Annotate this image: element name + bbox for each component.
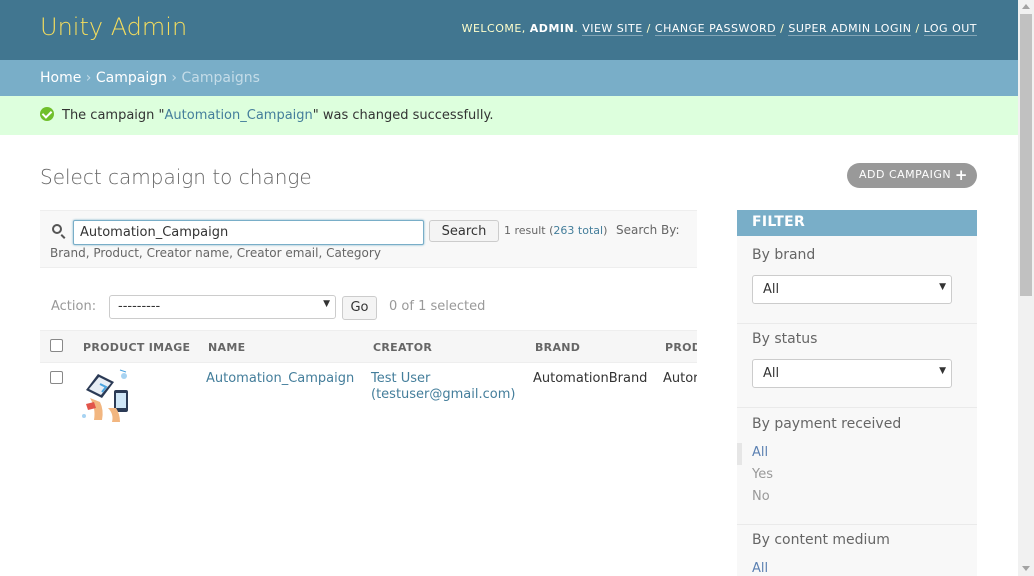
filter-status-heading: By status (752, 331, 818, 347)
message-prefix: The campaign " (62, 108, 165, 123)
vertical-scrollbar[interactable] (1018, 0, 1034, 576)
change-password-link[interactable]: Change password (654, 22, 777, 36)
breadcrumb-current: Campaigns (181, 70, 260, 86)
payment-filter-yes[interactable]: Yes (752, 467, 773, 482)
result-table: Product image Name Creator Brand Prod Au… (40, 330, 697, 430)
table-header: Product image Name Creator Brand Prod (40, 330, 697, 363)
product-cell: Autor (663, 371, 697, 386)
column-brand[interactable]: Brand (535, 341, 580, 354)
filter-brand-heading: By brand (752, 247, 816, 263)
check-circle-icon (40, 107, 54, 121)
campaign-name-link[interactable]: Automation_Campaign (206, 371, 354, 386)
plus-icon: + (954, 166, 968, 184)
filter-medium-heading: By content medium (752, 532, 890, 548)
medium-filter-all[interactable]: All (752, 561, 768, 576)
selected-indicator (737, 443, 742, 465)
message-campaign-link[interactable]: Automation_Campaign (165, 108, 313, 123)
selection-counter: 0 of 1 selected (389, 299, 486, 314)
column-product-image[interactable]: Product image (83, 341, 190, 354)
brand-filter-select[interactable]: All ▼ (752, 275, 952, 304)
status-filter-value: All (763, 366, 780, 381)
product-thumbnail (80, 368, 132, 422)
go-button[interactable]: Go (342, 296, 377, 320)
triangle-down-icon: ▼ (939, 282, 946, 292)
filter-divider (737, 524, 977, 525)
result-prefix: 1 result ( (504, 224, 554, 237)
message-suffix: " was changed successfully. (312, 108, 494, 123)
page-title: Select campaign to change (40, 165, 312, 189)
header: Unity Admin Welcome, admin. View site / … (0, 0, 1018, 60)
scroll-down-icon[interactable] (1022, 566, 1030, 571)
column-product[interactable]: Prod (665, 341, 697, 354)
search-by-label: Search By: (616, 223, 680, 237)
column-name[interactable]: Name (208, 341, 245, 354)
breadcrumb: Home › Campaign › Campaigns (0, 60, 1018, 96)
select-all-checkbox[interactable] (50, 339, 63, 352)
triangle-down-icon: ▼ (939, 366, 946, 376)
breadcrumb-home[interactable]: Home (40, 70, 81, 86)
brand-filter-value: All (763, 282, 780, 297)
scroll-thumb[interactable] (1020, 14, 1032, 296)
filter-divider (737, 323, 977, 324)
total-link[interactable]: 263 total (553, 224, 603, 237)
breadcrumb-separator: › (171, 70, 178, 86)
username: admin (529, 22, 575, 35)
payment-filter-no[interactable]: No (752, 489, 770, 504)
view-site-link[interactable]: View site (582, 22, 643, 36)
triangle-down-icon: ▼ (323, 299, 330, 309)
filter-title: Filter (737, 210, 977, 236)
action-label: Action: (51, 299, 97, 314)
payment-filter-all[interactable]: All (752, 445, 768, 460)
creator-name-link[interactable]: Test User (371, 371, 430, 386)
site-branding[interactable]: Unity Admin (40, 13, 187, 41)
logout-link[interactable]: Log out (923, 22, 977, 36)
search-fields: Brand, Product, Creator name, Creator em… (50, 246, 381, 260)
search-input[interactable] (73, 220, 424, 245)
search-icon (52, 224, 62, 234)
creator-email-link[interactable]: (testuser@gmail.com) (371, 387, 515, 402)
result-suffix: ) (603, 224, 608, 237)
action-select-value: --------- (118, 299, 161, 314)
status-filter-select[interactable]: All ▼ (752, 359, 952, 388)
breadcrumb-separator: › (85, 70, 92, 86)
filter-sidebar: Filter By brand All ▼ By status All ▼ By… (737, 210, 977, 576)
add-campaign-label: Add campaign (859, 168, 952, 181)
search-toolbar: Search 1 result (263 total) Search By: B… (40, 210, 697, 268)
breadcrumb-app[interactable]: Campaign (96, 70, 167, 86)
success-message: The campaign "Automation_Campaign" was c… (0, 96, 1018, 135)
filter-payment-heading: By payment received (752, 416, 902, 432)
result-count: 1 result (263 total) (504, 224, 607, 237)
welcome-text: Welcome, (461, 22, 530, 35)
super-admin-login-link[interactable]: Super Admin Login (788, 22, 912, 36)
brand-cell: AutomationBrand (533, 371, 648, 386)
action-select[interactable]: --------- ▼ (109, 295, 336, 319)
user-tools: Welcome, admin. View site / Change passw… (461, 22, 977, 36)
search-button[interactable]: Search (429, 220, 499, 242)
scroll-up-icon[interactable] (1022, 4, 1030, 9)
column-creator[interactable]: Creator (373, 341, 432, 354)
filter-divider (737, 407, 977, 408)
row-checkbox[interactable] (50, 371, 63, 384)
add-campaign-button[interactable]: Add campaign + (847, 163, 977, 188)
